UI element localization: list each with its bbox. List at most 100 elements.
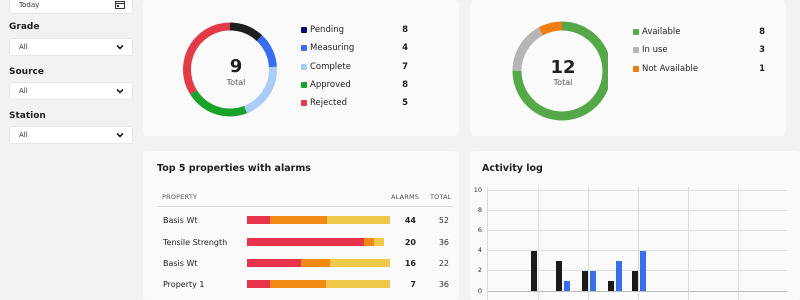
legend-label: Available xyxy=(642,27,681,37)
legend-label: Measuring xyxy=(310,43,355,53)
source-select-value: All xyxy=(19,87,28,95)
property-name: Basis Wt xyxy=(163,259,198,268)
legend-approved[interactable]: Approved 8 xyxy=(301,80,411,92)
alarms-card-title: Top 5 properties with alarms xyxy=(157,163,311,174)
station-select[interactable]: All xyxy=(9,126,133,144)
activity-bar-blue[interactable] xyxy=(640,250,646,291)
legend-label: Pending xyxy=(310,25,344,35)
activity-bar-dark[interactable] xyxy=(582,270,588,291)
legend-count: 8 xyxy=(402,25,408,35)
in-use-swatch xyxy=(633,47,639,53)
activity-bar-blue[interactable] xyxy=(564,280,570,291)
grid-line xyxy=(487,210,787,211)
legend-label: Complete xyxy=(310,62,351,72)
total-count: 52 xyxy=(438,216,449,225)
column-header-property[interactable]: PROPERTY xyxy=(162,193,197,201)
legend-count: 5 xyxy=(402,98,408,108)
alarm-bar-segment xyxy=(247,238,365,246)
total-count: 36 xyxy=(438,280,449,289)
legend-count: 7 xyxy=(402,62,408,72)
alarm-bar-segment xyxy=(269,216,328,224)
date-select-value: Today xyxy=(19,1,40,9)
date-select[interactable]: Today xyxy=(9,0,133,14)
rejected-swatch xyxy=(301,100,307,106)
status-total-value: 9 xyxy=(229,56,243,77)
alarm-bar xyxy=(247,259,390,267)
y-tick-label: 4 xyxy=(477,246,482,254)
alarm-bar xyxy=(247,216,390,224)
legend-count: 8 xyxy=(402,80,408,90)
alarm-bar xyxy=(247,238,385,246)
pending-swatch xyxy=(301,27,307,33)
activity-bar-blue[interactable] xyxy=(616,260,622,291)
station-label: Station xyxy=(9,111,46,121)
chevron-down-icon xyxy=(116,132,124,138)
alarm-count: 20 xyxy=(404,238,416,247)
grid-line xyxy=(738,187,739,300)
y-tick-label: 8 xyxy=(477,206,482,214)
calendar-icon xyxy=(115,1,125,9)
grid-line xyxy=(588,187,589,300)
alarm-bar-segment xyxy=(327,216,390,224)
legend-label: Approved xyxy=(310,80,351,90)
y-tick-label: 2 xyxy=(477,266,482,274)
property-name: Property 1 xyxy=(163,280,205,289)
alarm-bar-segment xyxy=(329,259,390,267)
legend-available[interactable]: Available 8 xyxy=(633,27,773,39)
column-header-total[interactable]: TOTAL xyxy=(430,193,452,201)
alarm-bar xyxy=(247,280,390,288)
not-available-swatch xyxy=(633,66,639,72)
filter-sidebar: Today Grade All Source All Station All xyxy=(0,0,142,300)
activity-log-title: Activity log xyxy=(482,163,543,174)
grid-line xyxy=(487,291,787,292)
chevron-down-icon xyxy=(116,44,124,50)
activity-bar-dark[interactable] xyxy=(531,250,537,291)
legend-measuring[interactable]: Measuring 4 xyxy=(301,43,411,55)
property-name: Tensile Strength xyxy=(163,238,228,247)
activity-bar-blue[interactable] xyxy=(590,270,596,291)
alarm-bar-segment xyxy=(247,259,302,267)
alarm-bar-segment xyxy=(247,216,270,224)
complete-swatch xyxy=(301,64,307,70)
grid-line xyxy=(487,230,787,231)
legend-in-use[interactable]: In use 3 xyxy=(633,45,773,57)
legend-rejected[interactable]: Rejected 5 xyxy=(301,98,411,110)
table-header-divider xyxy=(157,206,453,207)
activity-bar-dark[interactable] xyxy=(632,270,638,291)
station-select-value: All xyxy=(19,131,28,139)
total-count: 22 xyxy=(438,259,449,268)
legend-count: 8 xyxy=(759,27,765,37)
alarm-count: 16 xyxy=(404,259,416,268)
legend-label: Not Available xyxy=(642,64,699,74)
legend-label: In use xyxy=(642,45,668,55)
grid-line xyxy=(487,190,787,191)
y-tick-label: 10 xyxy=(473,186,482,194)
source-label: Source xyxy=(9,67,44,77)
grade-select-value: All xyxy=(19,43,28,51)
grid-line xyxy=(688,187,689,300)
activity-bar-dark[interactable] xyxy=(556,260,562,291)
alarm-bar-segment xyxy=(301,259,330,267)
alarm-count: 44 xyxy=(404,216,416,225)
legend-count: 1 xyxy=(759,64,765,74)
source-select[interactable]: All xyxy=(9,82,133,100)
grade-select[interactable]: All xyxy=(9,38,133,56)
activity-bar-dark[interactable] xyxy=(608,280,614,291)
column-header-alarms[interactable]: ALARMS xyxy=(391,193,419,201)
alarm-bar-segment xyxy=(269,280,326,288)
approved-swatch xyxy=(301,82,307,88)
availability-total-value: 12 xyxy=(550,57,576,78)
alarm-bar-segment xyxy=(364,238,375,246)
legend-pending[interactable]: Pending 8 xyxy=(301,25,411,37)
total-count: 36 xyxy=(438,238,449,247)
status-total-label: Total xyxy=(226,78,246,87)
alarm-bar-segment xyxy=(247,280,270,288)
y-tick-label: 0 xyxy=(477,287,482,295)
legend-complete[interactable]: Complete 7 xyxy=(301,62,411,74)
legend-label: Rejected xyxy=(310,98,347,108)
legend-count: 3 xyxy=(759,45,765,55)
chevron-down-icon xyxy=(116,88,124,94)
y-tick-label: 6 xyxy=(477,226,482,234)
measuring-swatch xyxy=(301,45,307,51)
legend-not-available[interactable]: Not Available 1 xyxy=(633,64,773,76)
